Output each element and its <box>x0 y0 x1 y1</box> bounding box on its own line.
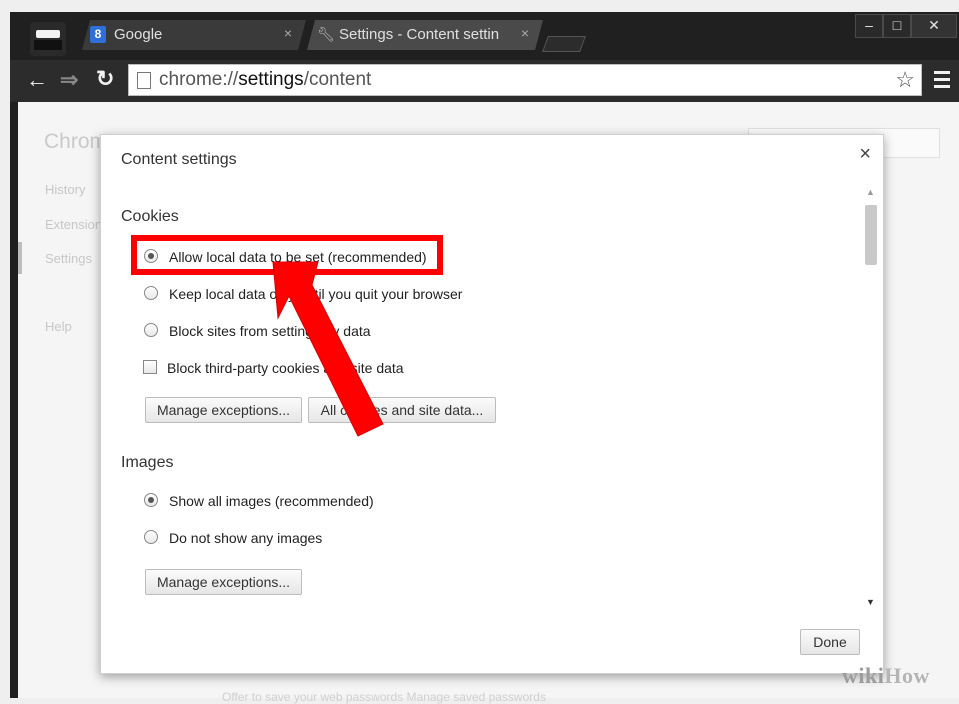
tab-close-icon[interactable]: × <box>521 25 529 41</box>
tab-label: Settings - Content setting <box>339 26 499 43</box>
url-text: chrome://settings/content <box>159 69 372 90</box>
dialog-scrollbar[interactable]: ▲ ▼ <box>862 187 880 607</box>
tab-settings[interactable]: 🔧︎ Settings - Content setting × <box>307 20 543 50</box>
keep-local-data-radio[interactable] <box>144 286 158 300</box>
nav-settings[interactable]: Settings <box>45 251 92 266</box>
menu-icon[interactable] <box>934 71 950 92</box>
close-window-button[interactable]: ✕ <box>911 14 957 38</box>
show-all-images-label[interactable]: Show all images (recommended) <box>169 493 374 509</box>
bookmark-star-icon[interactable]: ☆ <box>895 67 915 93</box>
do-not-show-images-label[interactable]: Do not show any images <box>169 530 322 546</box>
do-not-show-images-radio[interactable] <box>144 530 158 544</box>
scroll-down-icon[interactable]: ▼ <box>866 597 875 607</box>
nav-extensions[interactable]: Extension <box>45 217 102 232</box>
block-third-party-checkbox[interactable] <box>143 360 157 374</box>
block-sites-radio[interactable] <box>144 323 158 337</box>
tab-label: Google <box>114 26 163 43</box>
block-sites-label[interactable]: Block sites from setting any data <box>169 323 371 339</box>
scroll-thumb[interactable] <box>865 205 877 265</box>
google-favicon-icon: 8 <box>90 26 106 43</box>
nav-help[interactable]: Help <box>45 319 72 334</box>
minimize-button[interactable]: ‒ <box>855 14 883 38</box>
nav-history[interactable]: History <box>45 182 85 197</box>
block-third-party-label[interactable]: Block third-party cookies and site data <box>167 360 404 376</box>
show-all-images-radio[interactable] <box>144 493 158 507</box>
back-arrow-icon[interactable]: ← <box>26 67 48 93</box>
scroll-up-icon[interactable]: ▲ <box>866 187 875 197</box>
reload-icon[interactable]: ↻ <box>96 66 114 92</box>
passwords-option: Offer to save your web passwords Manage … <box>222 690 546 704</box>
address-bar[interactable]: chrome://settings/content ☆ <box>128 64 922 96</box>
page-title: Chrom <box>44 130 108 153</box>
wrench-icon: 🔧︎ <box>317 26 335 42</box>
tab-close-icon[interactable]: × <box>284 25 292 41</box>
highlight-box <box>131 235 443 275</box>
nav-selected-indicator <box>18 242 22 274</box>
all-cookies-button[interactable]: All cookies and site data... <box>308 397 496 423</box>
profile-avatar-icon[interactable] <box>30 22 66 56</box>
dialog-title: Content settings <box>121 151 237 168</box>
close-icon[interactable]: × <box>859 143 871 166</box>
maximize-button[interactable]: □ <box>883 14 911 38</box>
images-manage-exceptions-button[interactable]: Manage exceptions... <box>145 569 302 595</box>
page-icon <box>137 72 151 89</box>
forward-arrow-icon[interactable]: ⇒ <box>60 67 78 93</box>
manage-exceptions-button[interactable]: Manage exceptions... <box>145 397 302 423</box>
tab-google[interactable]: 8 Google × <box>82 20 306 50</box>
keep-local-data-label[interactable]: Keep local data only until you quit your… <box>169 286 462 302</box>
done-button[interactable]: Done <box>800 629 860 655</box>
images-heading: Images <box>121 454 174 471</box>
wikihow-watermark: wikiHow <box>842 663 930 688</box>
new-tab-button[interactable] <box>542 36 586 52</box>
cookies-heading: Cookies <box>121 208 179 225</box>
content-settings-dialog: Content settings × ▲ ▼ Cookies Allow loc… <box>100 134 884 674</box>
